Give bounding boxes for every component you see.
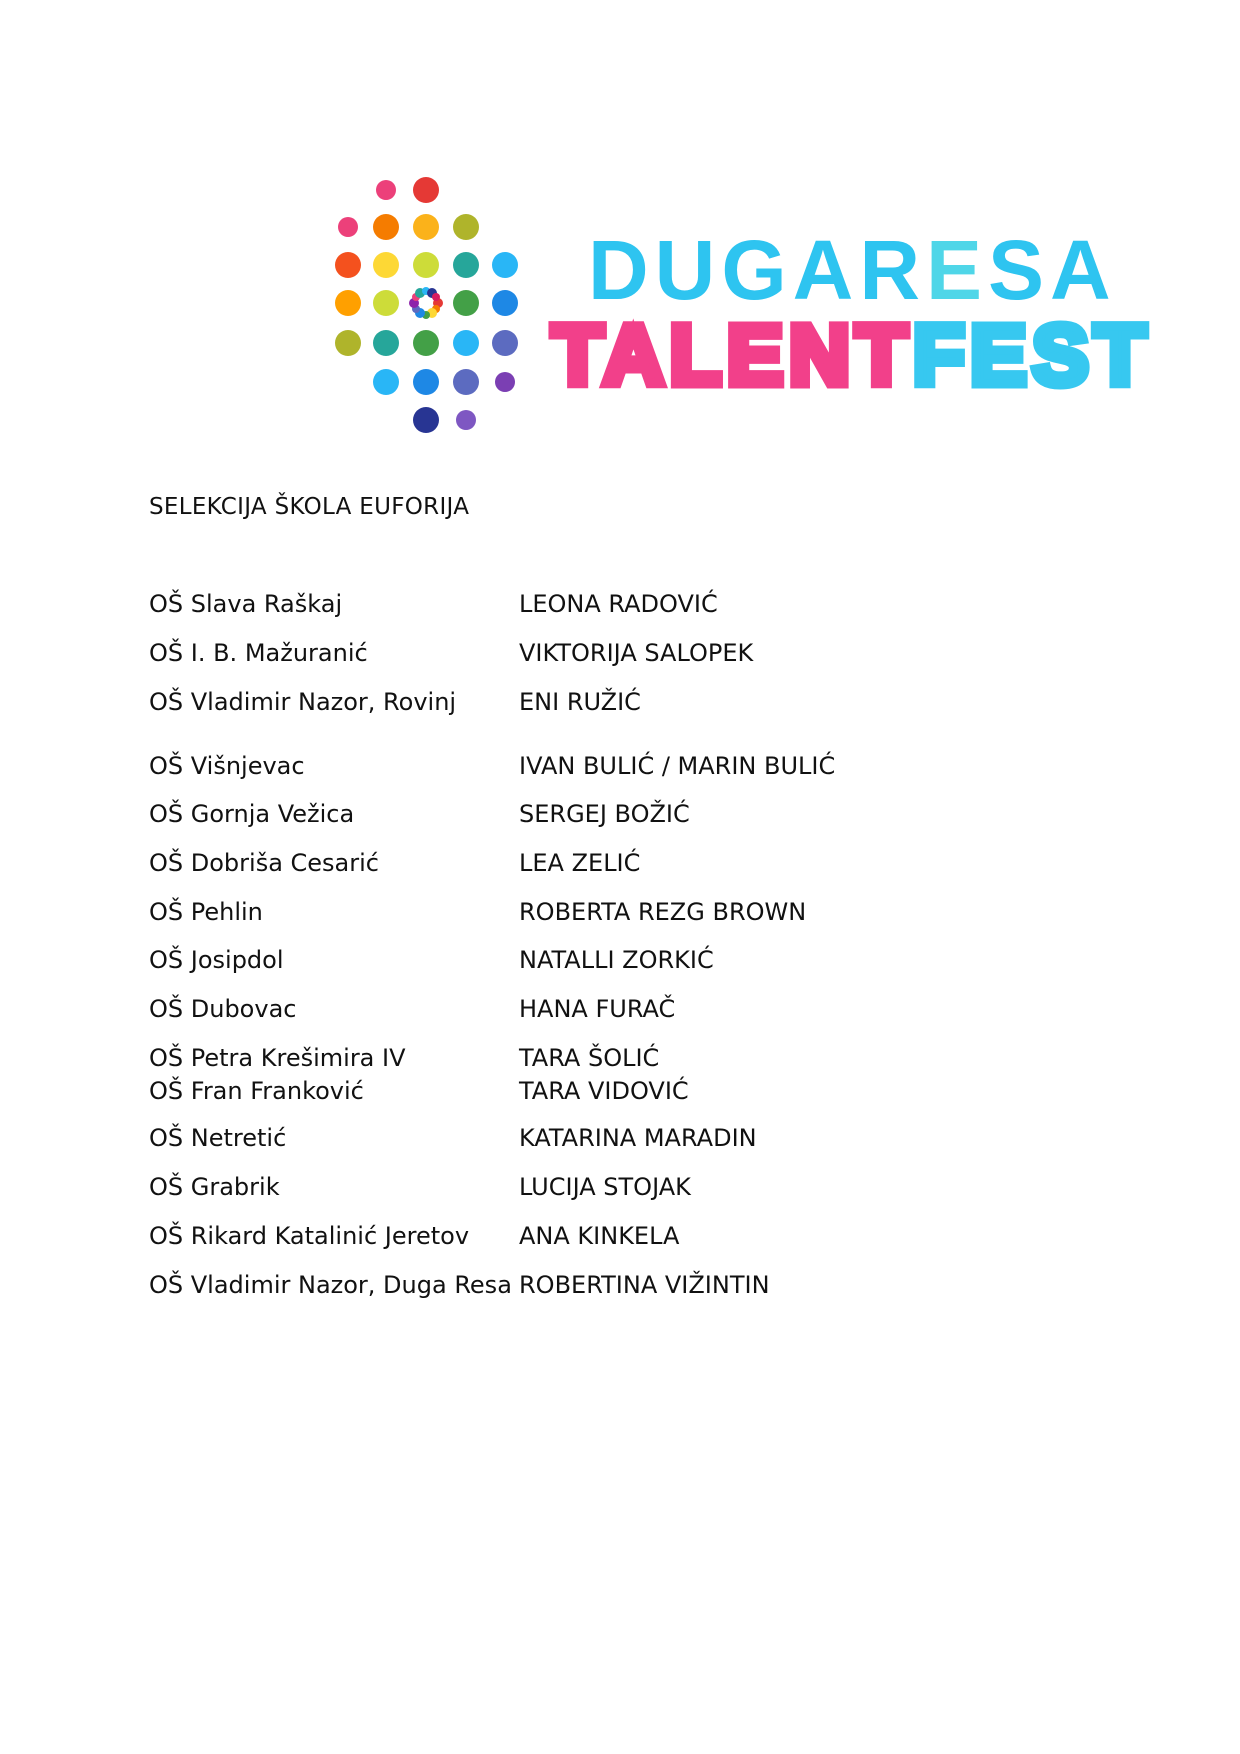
page-heading: SELEKCIJA ŠKOLA EUFORIJA (149, 494, 470, 520)
school-name: OŠ Slava Raškaj (149, 590, 343, 618)
logo-dot (413, 177, 439, 203)
logo-wordmark-segment: E (926, 223, 989, 317)
student-name: LUCIJA STOJAK (519, 1173, 691, 1201)
logo-dot (453, 214, 479, 240)
school-name: OŠ Višnjevac (149, 752, 305, 780)
student-name: KATARINA MARADIN (519, 1124, 757, 1152)
school-name: OŠ Josipdol (149, 946, 284, 974)
logo-dot (373, 290, 399, 316)
school-name: OŠ Grabrik (149, 1173, 280, 1201)
student-name: ENI RUŽIĆ (519, 688, 641, 716)
school-name: OŠ Petra Krešimira IV (149, 1044, 406, 1072)
school-name: OŠ Rikard Katalinić Jeretov (149, 1222, 470, 1250)
logo-wordmark-segment: SA (988, 223, 1117, 317)
school-name: OŠ Dubovac (149, 995, 297, 1023)
student-name: VIKTORIJA SALOPEK (519, 639, 754, 667)
logo-dot (453, 252, 479, 278)
logo-dot (453, 369, 479, 395)
logo-dot (373, 330, 399, 356)
logo-dot (335, 290, 361, 316)
school-name: OŠ I. B. Mažuranić (149, 639, 368, 667)
student-name: LEA ZELIĆ (519, 849, 641, 877)
logo-dot (453, 290, 479, 316)
logo-dot (338, 217, 358, 237)
logo-dot (373, 369, 399, 395)
school-name: OŠ Netretić (149, 1124, 287, 1152)
school-name: OŠ Dobriša Cesarić (149, 849, 379, 877)
logo-dot (413, 407, 439, 433)
logo-wordmark-line1: DUGARESA (588, 228, 1117, 312)
student-name: TARA VIDOVIĆ (519, 1077, 689, 1105)
logo-dot (373, 214, 399, 240)
logo-dot (495, 372, 515, 392)
student-name: SERGEJ BOŽIĆ (519, 800, 690, 828)
logo-dot (335, 330, 361, 356)
school-name: OŠ Fran Franković (149, 1077, 364, 1105)
school-name: OŠ Vladimir Nazor, Duga Resa (149, 1271, 512, 1299)
student-name: NATALLI ZORKIĆ (519, 946, 714, 974)
logo-dot (492, 290, 518, 316)
logo-dot (492, 252, 518, 278)
student-name: LEONA RADOVIĆ (519, 590, 718, 618)
logo-wordmark-line2: TALENTFEST (547, 309, 1152, 402)
logo-dot (413, 252, 439, 278)
logo-dot (413, 369, 439, 395)
logo-wordmark-segment: TALENT (547, 308, 914, 402)
logo-wordmark-segment: DUGAR (588, 223, 926, 317)
logo-dot (413, 214, 439, 240)
school-name: OŠ Vladimir Nazor, Rovinj (149, 688, 457, 716)
logo-dot (376, 180, 396, 200)
student-name: ROBERTA REZG BROWN (519, 898, 807, 926)
student-name: HANA FURAČ (519, 995, 676, 1023)
logo-dot (492, 330, 518, 356)
logo-dot (413, 330, 439, 356)
logo-dot (456, 410, 476, 430)
logo-dot (373, 252, 399, 278)
student-name: ANA KINKELA (519, 1222, 680, 1250)
school-name: OŠ Pehlin (149, 898, 263, 926)
student-name: ROBERTINA VIŽINTIN (519, 1271, 770, 1299)
logo-wordmark-segment: FEST (909, 308, 1152, 402)
student-name: IVAN BULIĆ / MARIN BULIĆ (519, 752, 836, 780)
logo-dot (335, 252, 361, 278)
student-name: TARA ŠOLIĆ (519, 1044, 660, 1072)
logo-dot (453, 330, 479, 356)
school-name: OŠ Gornja Vežica (149, 800, 355, 828)
